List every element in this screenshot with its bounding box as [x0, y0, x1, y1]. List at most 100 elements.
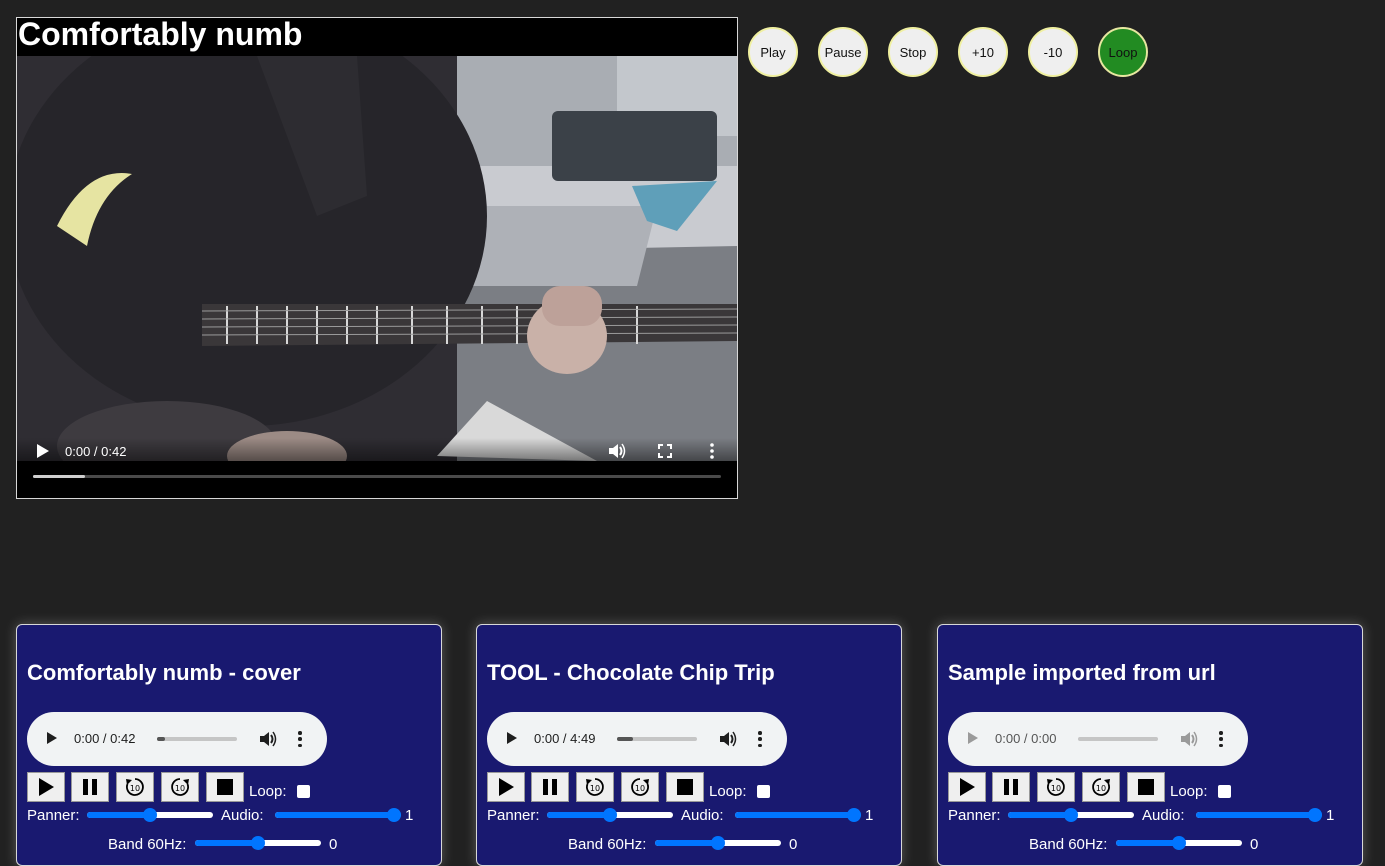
volume-icon[interactable] [719, 730, 737, 748]
forward-10-icon: 10 [631, 778, 649, 796]
panner-slider[interactable] [87, 808, 213, 822]
play-button[interactable]: Play [748, 27, 798, 77]
video-progress-fill [33, 475, 85, 478]
panner-slider[interactable] [547, 808, 673, 822]
audio-player[interactable]: 0:00 / 0:42 [27, 712, 327, 766]
audio-time: 0:00 / 0:42 [74, 731, 136, 746]
sample-pause-button[interactable] [531, 772, 569, 802]
loop-checkbox[interactable] [297, 785, 310, 798]
forward-10-button[interactable]: 10 [621, 772, 659, 802]
rewind-10-button[interactable]: 10 [116, 772, 154, 802]
audio-player[interactable]: 0:00 / 0:00 [948, 712, 1248, 766]
panner-label: Panner: [487, 807, 540, 824]
more-options-icon[interactable] [710, 443, 714, 462]
svg-text:10: 10 [1096, 784, 1106, 793]
audio-value: 1 [865, 807, 874, 824]
rewind-10-button[interactable]: 10 [576, 772, 614, 802]
audio-slider-fill [735, 812, 861, 818]
audio-slider-thumb[interactable] [847, 808, 861, 822]
audio-progress-bar[interactable] [1078, 737, 1158, 741]
forward-10-button[interactable]: 10 [161, 772, 199, 802]
volume-icon[interactable] [609, 443, 626, 462]
replay-10-icon: 10 [586, 778, 604, 796]
band-slider-thumb[interactable] [251, 836, 265, 850]
audio-slider-thumb[interactable] [387, 808, 401, 822]
video-controls-bar: 0:00 / 0:42 [17, 438, 737, 498]
video-progress-bar[interactable] [33, 475, 721, 478]
sample-card: TOOL - Chocolate Chip Trip 0:00 / 4:49 1… [476, 624, 902, 866]
audio-player[interactable]: 0:00 / 4:49 [487, 712, 787, 766]
audio-time: 0:00 / 0:00 [995, 731, 1057, 746]
pause-button[interactable]: Pause [818, 27, 868, 77]
stop-button[interactable]: Stop [888, 27, 938, 77]
svg-text:10: 10 [590, 784, 600, 793]
back-10-button[interactable]: -10 [1028, 27, 1078, 77]
sample-stop-button[interactable] [206, 772, 244, 802]
panner-slider-thumb[interactable] [603, 808, 617, 822]
audio-slider-thumb[interactable] [1308, 808, 1322, 822]
band-label: Band 60Hz: [108, 836, 187, 853]
fullscreen-icon[interactable] [658, 444, 672, 461]
play-icon[interactable] [507, 732, 517, 744]
volume-icon[interactable] [1180, 730, 1198, 748]
forward-10-icon: 10 [171, 778, 189, 796]
audio-progress-fill [157, 737, 165, 741]
svg-text:10: 10 [130, 784, 140, 793]
audio-progress-bar[interactable] [157, 737, 237, 741]
audio-slider[interactable] [275, 808, 401, 822]
more-options-icon[interactable] [298, 731, 302, 747]
main-video-player[interactable]: Comfortably numb 0:00 / 0:42 [16, 17, 738, 499]
band-slider-fill [1116, 840, 1179, 846]
sample-stop-button[interactable] [666, 772, 704, 802]
sample-pause-button[interactable] [992, 772, 1030, 802]
band-slider[interactable] [195, 836, 321, 850]
panner-slider-fill [1008, 812, 1071, 818]
audio-slider-fill [1196, 812, 1322, 818]
video-title: Comfortably numb [17, 18, 737, 56]
band-slider[interactable] [655, 836, 781, 850]
audio-label: Audio: [221, 807, 264, 824]
loop-button[interactable]: Loop [1098, 27, 1148, 77]
loop-checkbox[interactable] [1218, 785, 1231, 798]
replay-10-icon: 10 [1047, 778, 1065, 796]
band-value: 0 [1250, 836, 1259, 853]
rewind-10-button[interactable]: 10 [1037, 772, 1075, 802]
play-icon[interactable] [47, 732, 57, 744]
sample-play-button[interactable] [948, 772, 986, 802]
panner-slider-fill [547, 812, 610, 818]
panner-slider-thumb[interactable] [143, 808, 157, 822]
forward-10-icon: 10 [1092, 778, 1110, 796]
loop-label: Loop: [709, 783, 747, 800]
sample-title: Sample imported from url [948, 660, 1216, 685]
sample-play-button[interactable] [487, 772, 525, 802]
panner-slider-thumb[interactable] [1064, 808, 1078, 822]
audio-slider-fill [275, 812, 401, 818]
sample-pause-button[interactable] [71, 772, 109, 802]
sample-play-button[interactable] [27, 772, 65, 802]
forward-10-button[interactable]: 10 [1082, 772, 1120, 802]
video-frame[interactable] [17, 56, 737, 461]
panner-slider[interactable] [1008, 808, 1134, 822]
play-icon[interactable] [968, 732, 978, 744]
volume-icon[interactable] [259, 730, 277, 748]
sample-stop-button[interactable] [1127, 772, 1165, 802]
audio-label: Audio: [1142, 807, 1185, 824]
svg-text:10: 10 [1051, 784, 1061, 793]
forward-10-button[interactable]: +10 [958, 27, 1008, 77]
band-slider[interactable] [1116, 836, 1242, 850]
more-options-icon[interactable] [1219, 731, 1223, 747]
band-slider-thumb[interactable] [711, 836, 725, 850]
audio-time: 0:00 / 4:49 [534, 731, 596, 746]
band-label: Band 60Hz: [568, 836, 647, 853]
band-value: 0 [329, 836, 338, 853]
band-slider-thumb[interactable] [1172, 836, 1186, 850]
sample-title: Comfortably numb - cover [27, 660, 301, 685]
more-options-icon[interactable] [758, 731, 762, 747]
video-play-icon[interactable] [37, 444, 49, 461]
audio-progress-bar[interactable] [617, 737, 697, 741]
audio-slider[interactable] [1196, 808, 1322, 822]
loop-checkbox[interactable] [757, 785, 770, 798]
audio-progress-fill [617, 737, 633, 741]
audio-slider[interactable] [735, 808, 861, 822]
video-time: 0:00 / 0:42 [65, 444, 127, 459]
